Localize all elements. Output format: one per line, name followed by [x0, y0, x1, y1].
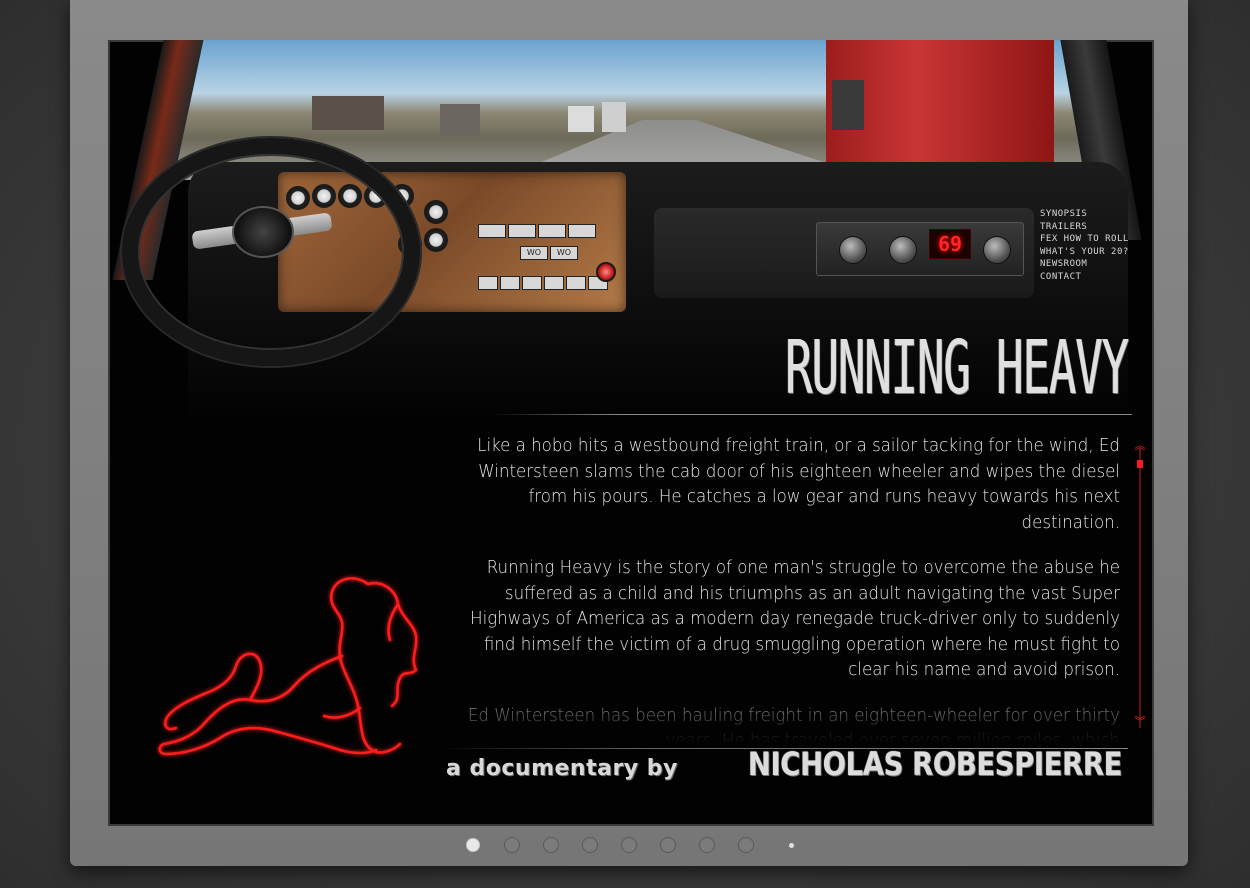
director-credit: a documentary by NICHOLAS ROBESPIERRE	[446, 744, 1122, 790]
dash-switch	[566, 276, 586, 290]
nav-item-newsroom[interactable]: NEWSROOM	[1040, 258, 1150, 271]
pagination-dot-5[interactable]	[621, 837, 637, 853]
red-semi-truck	[826, 40, 1054, 178]
page-title: RUNNING HEAVY	[785, 325, 1129, 411]
radio-unit: 69	[816, 222, 1024, 276]
scrollbar-thumb[interactable]	[1137, 460, 1143, 468]
dash-switch-label: WO	[520, 246, 548, 260]
title-divider	[492, 414, 1132, 415]
dash-switch	[500, 276, 520, 290]
pagination-dot-8[interactable]	[738, 837, 754, 853]
radio-channel-display: 69	[929, 229, 971, 259]
monitor-screen: WO WO 69 SYNOPSIS TRAILERS FEX HOW TO RO…	[108, 40, 1154, 826]
radio-knob-icon	[889, 236, 917, 264]
dash-switch	[538, 224, 566, 238]
dash-switch-label: WO	[550, 246, 578, 260]
distant-truck	[312, 96, 384, 130]
nav-item-synopsis[interactable]: SYNOPSIS	[1040, 208, 1150, 221]
pagination-dot-1[interactable]	[466, 838, 480, 852]
main-nav: SYNOPSIS TRAILERS FEX HOW TO ROLL WHAT'S…	[1040, 208, 1150, 284]
double-chevron-down-icon[interactable]: ︾	[1132, 716, 1148, 728]
gauge-icon	[424, 228, 448, 252]
dash-switch	[478, 224, 506, 238]
synopsis-paragraph: Like a hobo hits a westbound freight tra…	[477, 436, 1120, 533]
distant-truck	[602, 102, 626, 132]
slide-pagination	[466, 836, 817, 854]
page-background: WO WO 69 SYNOPSIS TRAILERS FEX HOW TO RO…	[0, 0, 1250, 888]
dash-switch	[508, 224, 536, 238]
monitor-frame: WO WO 69 SYNOPSIS TRAILERS FEX HOW TO RO…	[70, 0, 1188, 866]
dash-switch	[522, 276, 542, 290]
distant-truck	[440, 104, 480, 136]
pagination-dot-3[interactable]	[543, 837, 559, 853]
pagination-indicator	[789, 842, 794, 848]
radio-knob-icon	[983, 236, 1011, 264]
radio-knob-icon	[839, 236, 867, 264]
steering-wheel-hub	[232, 206, 294, 258]
truck-window	[832, 80, 864, 130]
gauge-icon	[424, 200, 448, 224]
pagination-dot-7[interactable]	[699, 837, 715, 853]
dash-switch	[478, 276, 498, 290]
synopsis-scrollbar[interactable]	[1139, 448, 1141, 728]
director-name: NICHOLAS ROBESPIERRE	[747, 745, 1123, 783]
synopsis-paragraph: Ed Wintersteen has been hauling freight …	[467, 705, 1120, 745]
synopsis-text-area[interactable]: Like a hobo hits a westbound freight tra…	[430, 434, 1120, 744]
synopsis-paragraph: Running Heavy is the story of one man's …	[470, 558, 1120, 680]
nav-item-fex[interactable]: FEX HOW TO ROLL	[1040, 233, 1150, 246]
pagination-dot-4[interactable]	[582, 837, 598, 853]
nav-item-contact[interactable]: CONTACT	[1040, 271, 1150, 284]
credit-prefix: a documentary by	[446, 756, 678, 781]
dash-switch	[568, 224, 596, 238]
neon-silhouette-icon	[158, 577, 418, 756]
red-button-icon	[596, 262, 616, 282]
dash-switch	[544, 276, 564, 290]
distant-truck	[568, 106, 594, 132]
pagination-dot-6[interactable]	[660, 837, 676, 853]
nav-item-trailers[interactable]: TRAILERS	[1040, 221, 1150, 234]
double-chevron-up-icon[interactable]: ︽	[1132, 440, 1148, 452]
pagination-dot-2[interactable]	[504, 837, 520, 853]
nav-item-whats-your-20[interactable]: WHAT'S YOUR 20?	[1040, 246, 1150, 259]
